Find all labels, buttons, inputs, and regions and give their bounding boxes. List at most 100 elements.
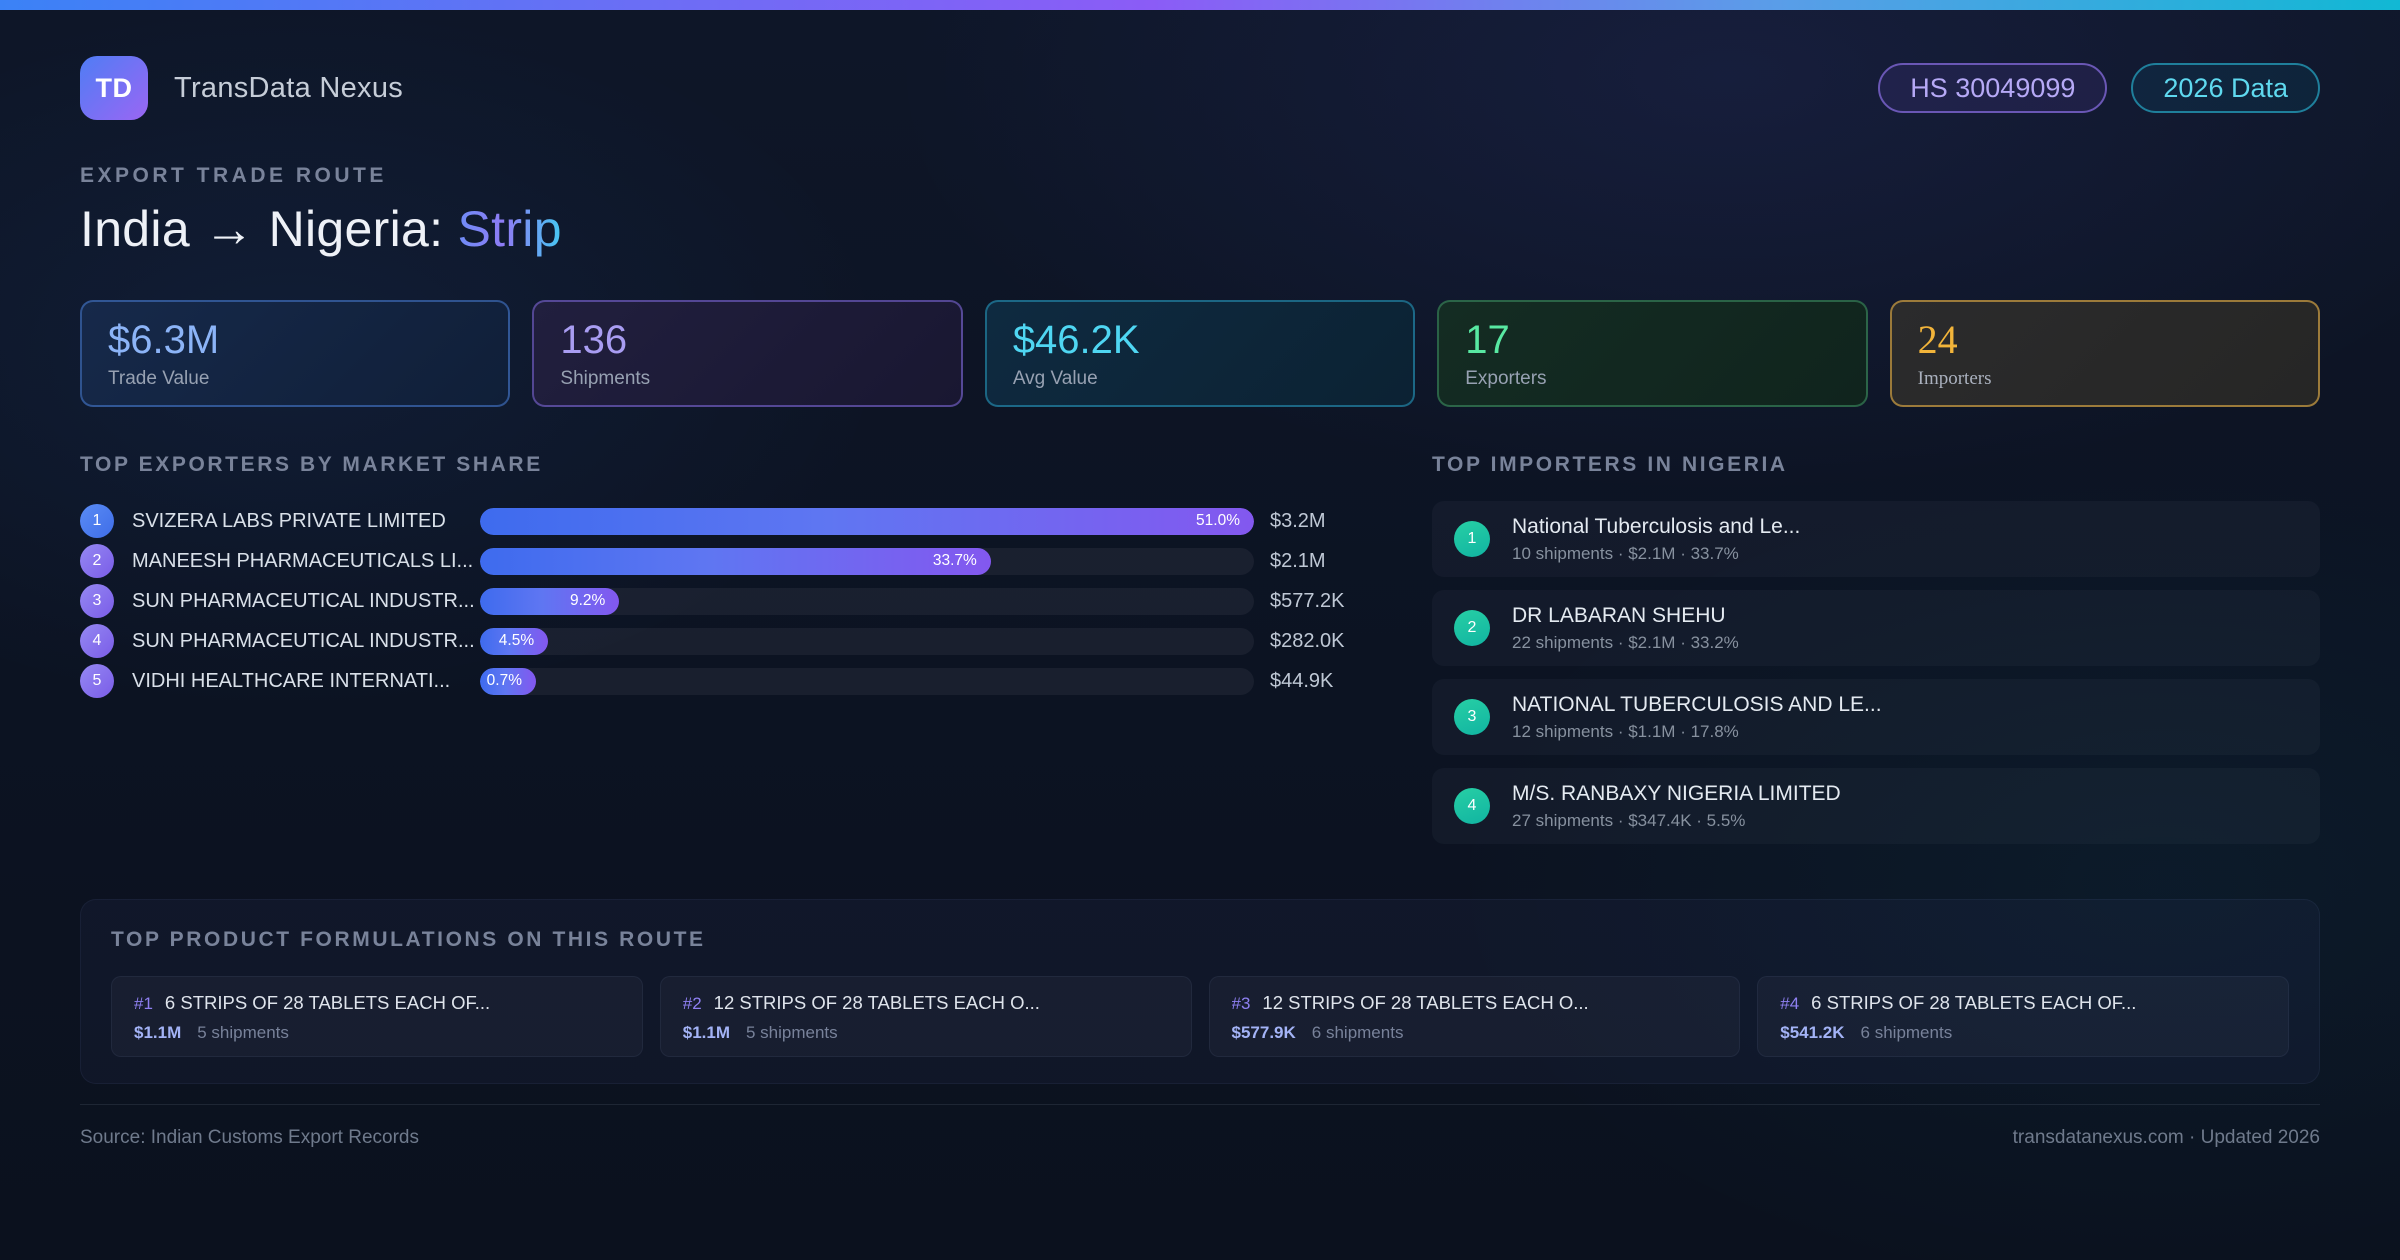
importer-name: DR LABARAN SHEHU (1512, 603, 1726, 627)
importer-meta: 12 shipments · $1.1M · 17.8% (1512, 721, 1739, 741)
stat-label: Shipments (560, 367, 651, 389)
stat-value: 136 (560, 317, 628, 362)
formulation-shipments: 6 shipments (1860, 1023, 1953, 1042)
stat-label: Exporters (1465, 367, 1547, 389)
importer-meta: 27 shipments · $347.4K · 5.5% (1512, 810, 1746, 830)
rank-badge: 3 (80, 584, 114, 618)
formulation-value: $1.1M (134, 1023, 182, 1042)
market-share-bar-track: 4.5% (480, 627, 1254, 655)
exporter-value: $44.9K (1270, 669, 1334, 692)
formulation-rank: #2 (682, 994, 702, 1013)
formulation-name: 6 STRIPS OF 28 TABLETS EACH OF... (164, 992, 491, 1013)
route-title-accent: Strip (457, 201, 562, 257)
route-eyebrow: EXPORT TRADE ROUTE (80, 164, 387, 187)
exporter-name: SUN PHARMACEUTICAL INDUSTR... (132, 629, 475, 652)
app-logo: TD (80, 56, 148, 120)
formulation-rank: #4 (1780, 994, 1800, 1013)
route-title-main: India → Nigeria: (80, 201, 458, 257)
formulation-rank: #1 (134, 994, 153, 1013)
market-share-bar-track: 9.2% (480, 587, 1254, 615)
exporters-section: TOP EXPORTERS BY MARKET SHARE 1 SVIZERA … (80, 453, 1378, 701)
stat-card-avg-value: $46.2K Avg Value (984, 300, 1416, 407)
market-share-bar-fill: 33.7% (480, 547, 991, 575)
rank-badge: 3 (1454, 699, 1490, 735)
exporters-heading: TOP EXPORTERS BY MARKET SHARE (80, 453, 543, 476)
importer-name: M/S. RANBAXY NIGERIA LIMITED (1512, 781, 1841, 805)
rank-badge: 5 (80, 664, 114, 698)
formulation-card: #1 6 STRIPS OF 28 TABLETS EACH OF... $1.… (111, 976, 643, 1057)
market-share-percent: 4.5% (498, 632, 535, 649)
formulation-shipments: 5 shipments (746, 1023, 838, 1042)
importers-heading: TOP IMPORTERS IN NIGERIA (1432, 453, 1788, 476)
site-note: transdatanexus.com · Updated 2026 (2012, 1127, 2320, 1148)
stat-label: Importers (1917, 367, 1992, 389)
importer-name: National Tuberculosis and Le... (1512, 514, 1801, 538)
formulation-name: 6 STRIPS OF 28 TABLETS EACH OF... (1811, 992, 2137, 1013)
formulation-card: #4 6 STRIPS OF 28 TABLETS EACH OF... $54… (1757, 976, 2289, 1057)
data-year-badge[interactable]: 2026 Data (2131, 63, 2320, 113)
market-share-bar-fill: 51.0% (480, 507, 1254, 535)
importer-row: 2 DR LABARAN SHEHU 22 shipments · $2.1M … (1432, 590, 2320, 666)
market-share-bar-fill: 9.2% (480, 587, 620, 615)
exporter-value: $3.2M (1270, 509, 1326, 532)
importer-name: NATIONAL TUBERCULOSIS AND LE... (1512, 692, 1882, 716)
source-note: Source: Indian Customs Export Records (80, 1127, 419, 1148)
rank-badge: 1 (80, 504, 114, 538)
market-share-bar-track: 0.7% (480, 667, 1254, 695)
stats-row: $6.3M Trade Value 136 Shipments $46.2K A… (80, 300, 2321, 407)
formulation-card: #3 12 STRIPS OF 28 TABLETS EACH O... $57… (1208, 976, 1741, 1057)
formulations-heading: TOP PRODUCT FORMULATIONS ON THIS ROUTE (111, 928, 706, 951)
stat-label: Trade Value (108, 367, 210, 389)
importers-section: TOP IMPORTERS IN NIGERIA 1 National Tube… (1432, 453, 2320, 857)
app-header: TD TransData Nexus HS 30049099 2026 Data (80, 56, 2320, 120)
rank-badge: 2 (80, 544, 114, 578)
exporter-row: 1 SVIZERA LABS PRIVATE LIMITED 51.0% $3.… (80, 501, 1378, 541)
stat-value: 17 (1465, 317, 1510, 362)
formulations-panel: TOP PRODUCT FORMULATIONS ON THIS ROUTE #… (80, 899, 2320, 1084)
exporter-row: 5 VIDHI HEALTHCARE INTERNATI... 0.7% $44… (80, 661, 1378, 701)
market-share-percent: 9.2% (569, 592, 606, 609)
market-share-percent: 51.0% (1196, 512, 1240, 529)
hs-code-badge[interactable]: HS 30049099 (1878, 63, 2108, 113)
formulation-name: 12 STRIPS OF 28 TABLETS EACH O... (713, 992, 1040, 1013)
stat-value: $46.2K (1012, 317, 1140, 362)
rank-badge: 4 (80, 624, 114, 658)
formulation-rank: #3 (1231, 994, 1251, 1013)
stat-card-shipments: 136 Shipments (532, 300, 963, 407)
stat-card-exporters: 17 Exporters (1437, 300, 1868, 407)
formulation-card: #2 12 STRIPS OF 28 TABLETS EACH O... $1.… (659, 976, 1192, 1057)
stat-card-trade-value: $6.3M Trade Value (80, 300, 511, 407)
formulation-name: 12 STRIPS OF 28 TABLETS EACH O... (1262, 992, 1589, 1013)
stat-value: $6.3M (108, 317, 220, 362)
rank-badge: 2 (1454, 610, 1490, 646)
formulation-value: $577.9K (1231, 1023, 1296, 1042)
formulation-shipments: 5 shipments (197, 1023, 289, 1042)
exporters-bar-chart: 1 SVIZERA LABS PRIVATE LIMITED 51.0% $3.… (80, 501, 1378, 701)
exporter-name: SUN PHARMACEUTICAL INDUSTR... (132, 589, 475, 612)
formulation-shipments: 6 shipments (1311, 1023, 1404, 1042)
page-footer: Source: Indian Customs Export Records tr… (80, 1104, 2320, 1149)
importer-meta: 22 shipments · $2.1M · 33.2% (1512, 632, 1739, 652)
market-share-bar-fill: 4.5% (480, 627, 549, 655)
importer-meta: 10 shipments · $2.1M · 33.7% (1512, 543, 1739, 563)
top-accent-bar (0, 0, 2400, 10)
market-share-bar-fill: 0.7% (480, 667, 536, 695)
exporter-row: 2 MANEESH PHARMACEUTICALS LI... 33.7% $2… (80, 541, 1378, 581)
importer-row: 1 National Tuberculosis and Le... 10 shi… (1432, 501, 2320, 577)
market-share-bar-track: 33.7% (480, 547, 1254, 575)
rank-badge: 1 (1454, 521, 1490, 557)
app-title: TransData Nexus (174, 71, 404, 104)
market-share-percent: 0.7% (486, 672, 522, 689)
exporter-value: $282.0K (1270, 629, 1345, 652)
formulation-value: $541.2K (1780, 1023, 1845, 1042)
stat-card-importers: 24 Importers (1889, 300, 2321, 407)
exporter-row: 3 SUN PHARMACEUTICAL INDUSTR... 9.2% $57… (80, 581, 1378, 621)
formulation-value: $1.1M (682, 1023, 730, 1042)
exporter-value: $2.1M (1270, 549, 1326, 572)
market-share-percent: 33.7% (932, 552, 977, 569)
exporter-name: MANEESH PHARMACEUTICALS LI... (132, 549, 474, 572)
dashboard-page: TD TransData Nexus HS 30049099 2026 Data… (0, 0, 2400, 1260)
page-title: India → Nigeria: Strip (80, 200, 2320, 258)
market-share-bar-track: 51.0% (480, 507, 1254, 535)
exporter-name: VIDHI HEALTHCARE INTERNATI... (132, 669, 451, 692)
